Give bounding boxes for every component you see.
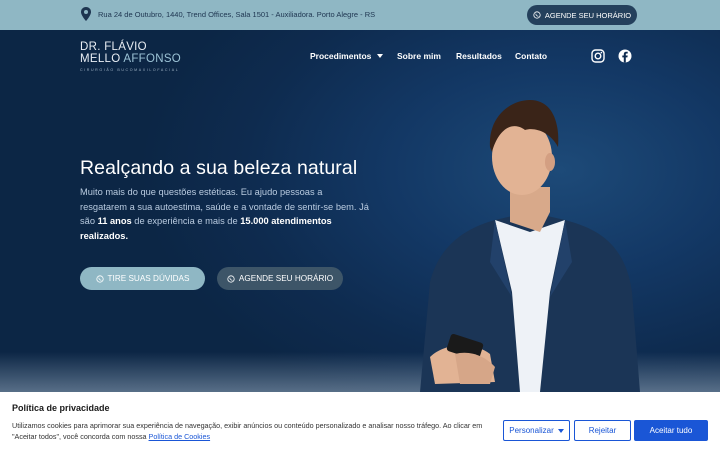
nav-item-label: Sobre mim [397,51,441,61]
cookie-accept-button[interactable]: Aceitar tudo [634,420,708,441]
questions-button[interactable]: TIRE SUAS DÚVIDAS [80,267,205,290]
schedule-button[interactable]: AGENDE SEU HORÁRIO [217,267,343,290]
hero-title: Realçando a sua beleza natural [80,157,358,179]
main-nav: Procedimentos Sobre mim Resultados Conta… [310,51,547,61]
cookie-reject-label: Rejeitar [588,426,617,435]
location-pin-icon [81,7,91,21]
instagram-icon[interactable] [591,49,605,63]
top-schedule-button[interactable]: AGENDE SEU HORÁRIO [527,5,637,25]
cookie-accept-label: Aceitar tudo [649,426,693,435]
whatsapp-icon [533,11,541,19]
chevron-down-icon [557,428,564,433]
chevron-down-icon [377,54,384,58]
top-info-bar: Rua 24 de Outubro, 1440, Trend Offices, … [0,0,720,30]
cookie-policy-link[interactable]: Política de Cookies [149,432,211,441]
cookie-customize-label: Personalizar [509,426,554,435]
address-text: Rua 24 de Outubro, 1440, Trend Offices, … [98,9,376,19]
questions-button-label: TIRE SUAS DÚVIDAS [107,274,190,283]
cookie-customize-button[interactable]: Personalizar [503,420,570,441]
logo-tagline: CIRURGIÃO BUCOMAXILOFACIAL [80,68,180,72]
facebook-icon[interactable] [618,49,632,63]
lead-part-2: de experiência e mais de [131,216,241,227]
doctor-portrait-image [420,100,640,392]
lead-years: 11 anos [97,216,132,227]
schedule-button-label: AGENDE SEU HORÁRIO [238,274,334,283]
whatsapp-icon [95,274,104,283]
site-logo[interactable]: DR. FLÁVIO MELLO AFFONSO CIRURGIÃO BUCOM… [80,41,181,72]
logo-line-2-b: AFFONSO [123,53,182,65]
address: Rua 24 de Outubro, 1440, Trend Offices, … [80,7,375,21]
nav-item-label: Resultados [456,51,502,61]
nav-item-sobre-mim[interactable]: Sobre mim [397,51,456,61]
cookie-title: Política de privacidade [12,403,110,413]
nav-item-resultados[interactable]: Resultados [456,51,515,61]
top-schedule-label: AGENDE SEU HORÁRIO [544,10,632,20]
cookie-message-text: Utilizamos cookies para aprimorar sua ex… [12,421,483,441]
logo-line-2: MELLO AFFONSO [80,53,181,65]
hero-lead: Muito mais do que questões estéticas. Eu… [80,185,370,243]
whatsapp-icon [227,274,235,283]
logo-line-2-a: MELLO [80,53,124,65]
nav-item-procedimentos[interactable]: Procedimentos [310,51,397,61]
nav-item-label: Procedimentos [310,51,372,61]
logo-line-1: DR. FLÁVIO [80,41,147,53]
nav-item-contato[interactable]: Contato [515,51,547,61]
nav-item-label: Contato [515,51,548,61]
cookie-message: Utilizamos cookies para aprimorar sua ex… [12,420,492,442]
cookie-reject-button[interactable]: Rejeitar [574,420,631,441]
